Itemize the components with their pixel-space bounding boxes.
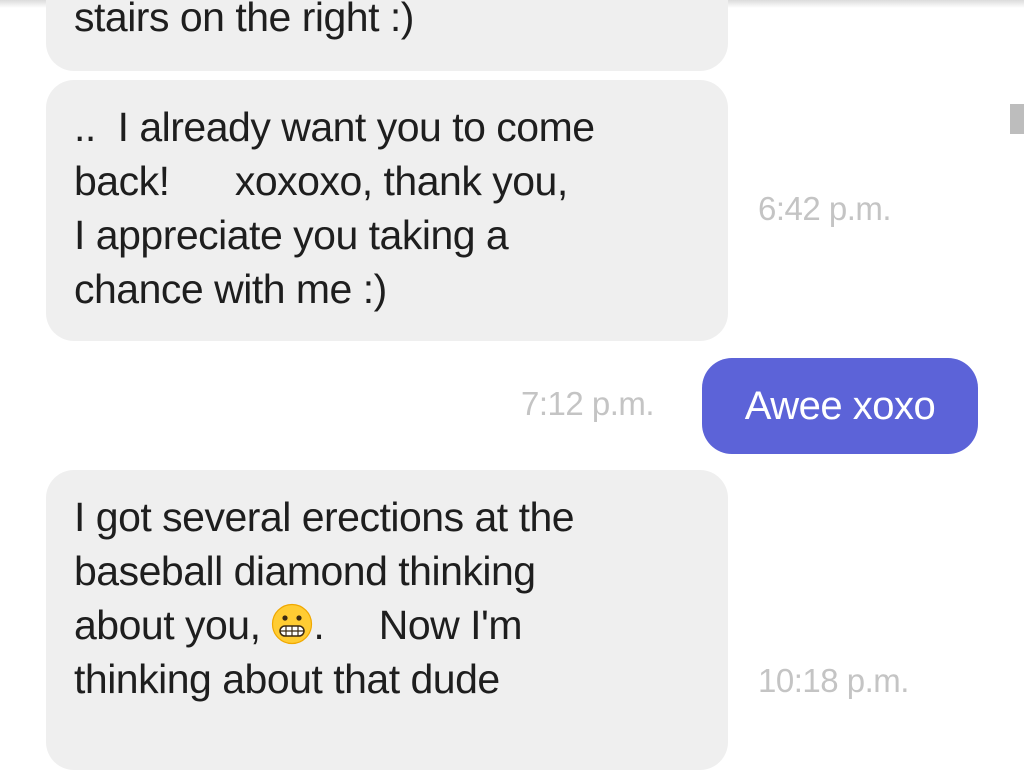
- message-text: . Now I'm: [313, 602, 523, 648]
- message-text: back! xoxoxo, thank you,: [74, 158, 568, 204]
- message-text: stairs on the right :): [74, 0, 414, 40]
- message-timestamp: 10:18 p.m.: [758, 662, 909, 699]
- message-text: about you,: [74, 602, 261, 648]
- message-text: .. I already want you to come: [74, 104, 595, 150]
- message-line: about you, . Now I'm: [74, 598, 728, 652]
- message-bubble-incoming[interactable]: stairs on the right :): [46, 0, 728, 71]
- message-bubble-outgoing[interactable]: Awee xoxo: [702, 358, 978, 454]
- message-text: chance with me :): [74, 266, 387, 312]
- message-text: I got several erections at the: [74, 494, 575, 540]
- message-text: Awee xoxo: [744, 384, 936, 428]
- message-text: baseball diamond thinking: [74, 548, 536, 594]
- message-text: I appreciate you taking a: [74, 212, 509, 258]
- message-bubble-incoming[interactable]: I got several erections at the baseball …: [46, 470, 728, 770]
- message-text: thinking about that dude: [74, 656, 500, 702]
- message-bubble-incoming[interactable]: .. I already want you to come back! xoxo…: [46, 80, 728, 341]
- scrollbar-thumb[interactable]: [1010, 104, 1024, 134]
- grimacing-face-icon: [272, 603, 313, 645]
- message-timestamp: 7:12 p.m.: [521, 385, 655, 422]
- message-timestamp: 6:42 p.m.: [758, 190, 892, 227]
